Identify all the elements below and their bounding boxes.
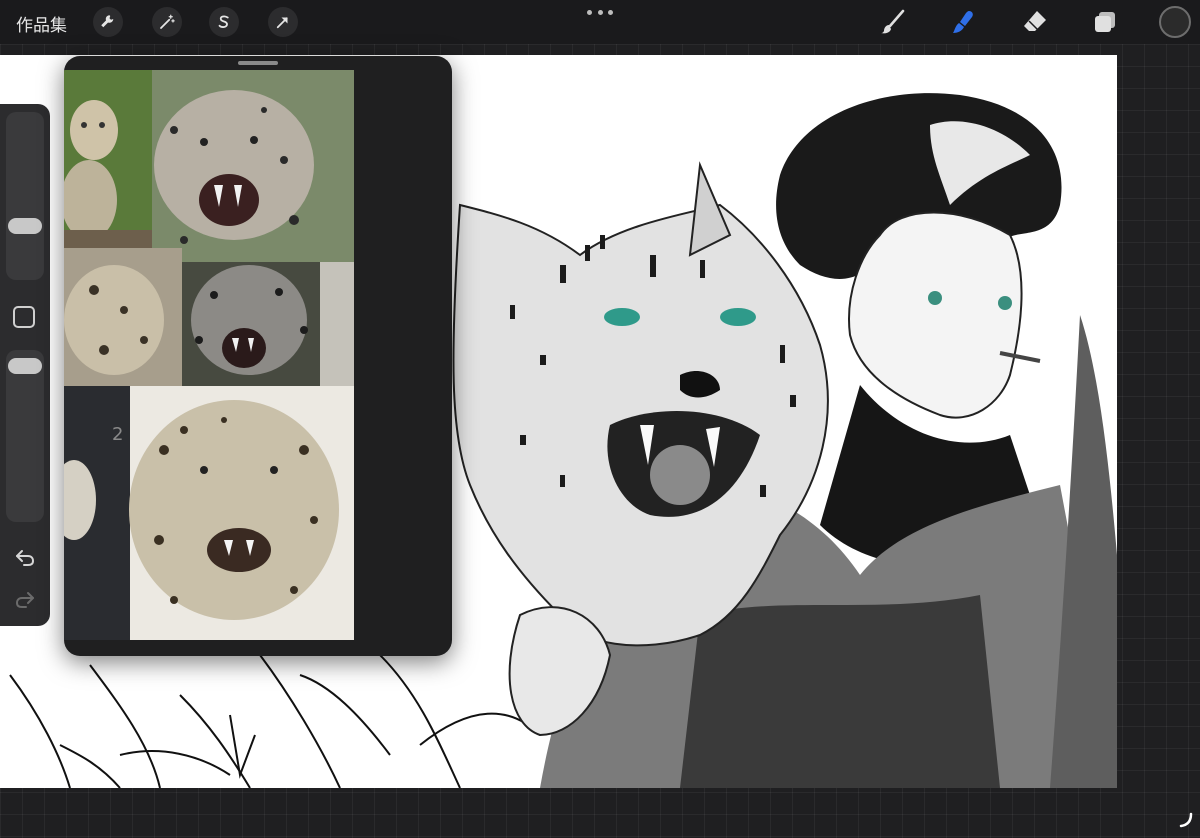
reference-window[interactable]: 2 [64, 56, 452, 656]
gallery-button[interactable]: 作品集 [16, 11, 67, 36]
sketch-lines [9, 654, 541, 788]
transform-arrow-icon[interactable] [268, 7, 298, 37]
leopard-right-eye [720, 308, 756, 326]
procreate-app: 作品集 2 [0, 0, 1200, 838]
brush-size-slider[interactable] [6, 112, 44, 280]
snow-leopard-partial-photo: 2 [64, 386, 130, 640]
leopard-tongue [650, 445, 710, 505]
opacity-thumb[interactable] [8, 358, 42, 374]
svg-text:2: 2 [112, 424, 123, 445]
opacity-slider[interactable] [6, 350, 44, 522]
bottom-area [0, 788, 1200, 838]
brush-size-thumb[interactable] [8, 218, 42, 234]
reference-collage: 2 [64, 70, 354, 640]
color-picker-swatch[interactable] [1159, 6, 1191, 38]
magic-wand-icon[interactable] [152, 7, 182, 37]
more-options-icon[interactable] [587, 6, 613, 18]
eraser-icon[interactable] [1020, 7, 1050, 37]
smudge-icon[interactable] [948, 7, 978, 37]
snow-leopard-side-photo [64, 248, 182, 386]
photo-edge [320, 262, 354, 386]
coat-inner [680, 595, 1000, 788]
left-sidebar [0, 104, 50, 626]
undo-icon[interactable] [12, 544, 38, 570]
redo-icon[interactable] [12, 586, 38, 612]
layers-icon[interactable] [1090, 7, 1120, 37]
leopard-left-eye [604, 308, 640, 326]
top-toolbar: 作品集 [0, 0, 1200, 44]
left-eye [928, 291, 942, 305]
snow-leopard-cub-photo [64, 70, 152, 248]
face-shape [848, 211, 1023, 419]
selection-icon[interactable] [209, 7, 239, 37]
wrench-icon[interactable] [93, 7, 123, 37]
reference-drag-handle[interactable] [238, 61, 278, 65]
modify-square-icon[interactable] [13, 306, 35, 328]
snow-leopard-closeup-photo [129, 386, 354, 640]
quickmenu-curve-icon[interactable] [1178, 812, 1194, 828]
snow-leopard-snarl-photo [152, 70, 354, 270]
right-eye [998, 296, 1012, 310]
snow-leopard-face-photo [182, 262, 320, 386]
brush-icon[interactable] [878, 7, 908, 37]
